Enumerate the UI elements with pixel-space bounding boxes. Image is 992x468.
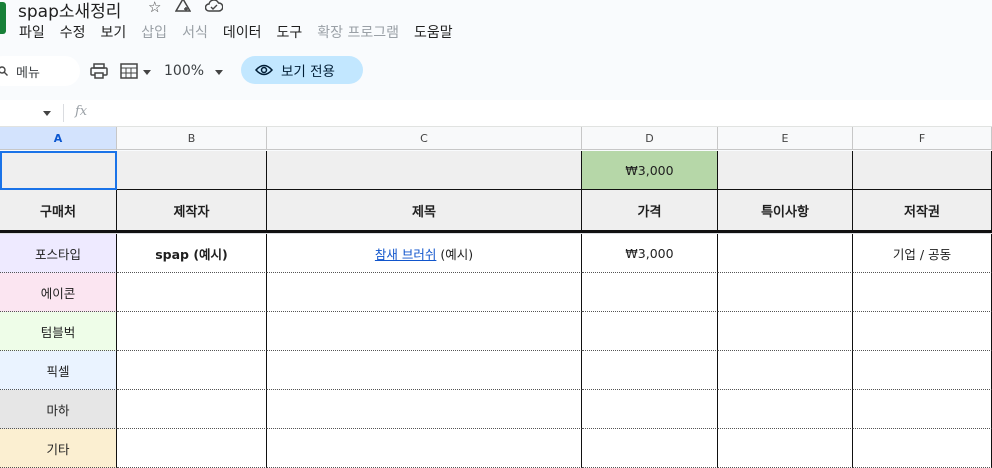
menu-insert[interactable]: 삽입 [141,22,167,42]
column-header-d[interactable]: D [582,127,718,150]
cell-d4[interactable] [582,273,718,312]
cell-c3[interactable]: 참새 브러쉬 (예시) [267,234,582,273]
eye-icon [255,64,273,76]
cell-b3[interactable]: spap (예시) [117,234,267,273]
column-header-b[interactable]: B [117,127,267,150]
store-cell-3[interactable]: 텀블벅 [0,312,117,351]
cell-b8[interactable] [117,429,267,468]
cell-e3[interactable] [718,234,853,273]
cell-c5[interactable] [267,312,582,351]
header-title[interactable]: 제목 [267,190,582,230]
name-box-dropdown-icon[interactable] [43,111,51,116]
cell-d5[interactable] [582,312,718,351]
header-price[interactable]: 가격 [582,190,718,230]
store-cell-5[interactable]: 마하 [0,390,117,429]
cell-d6[interactable] [582,351,718,390]
cell-b6[interactable] [117,351,267,390]
fit-page-icon[interactable] [120,63,138,79]
zoom-select[interactable]: 100% [164,63,204,79]
fit-page-dropdown-icon[interactable] [143,70,151,75]
move-to-drive-icon[interactable] [175,0,192,17]
fx-icon: fx [75,104,88,119]
store-cell-2[interactable]: 에이콘 [0,273,117,312]
cell-e6[interactable] [718,351,853,390]
search-icon [0,66,8,76]
header-store[interactable]: 구매처 [0,190,117,230]
cell-f8[interactable] [853,429,992,468]
menu-file[interactable]: 파일 [19,22,45,42]
cell-a1-selected[interactable] [0,151,117,190]
menu-format[interactable]: 서식 [182,22,208,42]
cell-e4[interactable] [718,273,853,312]
menu-bar: 파일 수정 보기 삽입 서식 데이터 도구 확장 프로그램 도움말 [19,22,453,42]
menu-help[interactable]: 도움말 [414,22,453,42]
title-suffix: (예시) [436,246,474,262]
title-link[interactable]: 참새 브러쉬 [375,244,436,263]
column-header-a[interactable]: A [0,127,117,150]
cell-e8[interactable] [718,429,853,468]
cell-c4[interactable] [267,273,582,312]
cell-f3[interactable]: 기업 / 공동 [853,234,992,273]
zoom-dropdown-icon[interactable] [215,70,223,75]
cell-c6[interactable] [267,351,582,390]
cloud-status-icon[interactable] [205,0,224,17]
menu-tools[interactable]: 도구 [276,22,302,42]
formula-input[interactable] [100,102,980,124]
column-header-c[interactable]: C [267,127,582,150]
store-cell-1[interactable]: 포스타입 [0,234,117,273]
cell-b7[interactable] [117,390,267,429]
cell-d3[interactable]: ₩3,000 [582,234,718,273]
header-notes[interactable]: 특이사항 [718,190,853,230]
cell-d1-price[interactable]: ₩3,000 [582,151,718,190]
view-only-label: 보기 전용 [281,64,335,80]
header-copyright[interactable]: 저작권 [853,190,992,230]
cell-d8[interactable] [582,429,718,468]
menu-extensions[interactable]: 확장 프로그램 [317,22,399,42]
title-icons: ☆ [148,0,224,17]
cell-b1[interactable] [117,151,267,190]
print-icon[interactable] [90,63,108,79]
cell-c1[interactable] [267,151,582,190]
cell-f6[interactable] [853,351,992,390]
cell-f7[interactable] [853,390,992,429]
store-cell-4[interactable]: 픽셀 [0,351,117,390]
cell-c7[interactable] [267,390,582,429]
cell-f4[interactable] [853,273,992,312]
menu-edit[interactable]: 수정 [60,22,86,42]
column-header-f[interactable]: F [853,127,992,150]
formula-separator [63,104,64,122]
menu-view[interactable]: 보기 [101,22,127,42]
cell-e1[interactable] [718,151,853,190]
menu-data[interactable]: 데이터 [223,22,262,42]
cell-b4[interactable] [117,273,267,312]
header-creator[interactable]: 제작자 [117,190,267,230]
cell-f1[interactable] [853,151,992,190]
menu-search-label: 메뉴 [16,65,40,81]
store-cell-6[interactable]: 기타 [0,429,117,468]
cell-c8[interactable] [267,429,582,468]
cell-f5[interactable] [853,312,992,351]
cell-b5[interactable] [117,312,267,351]
cell-e5[interactable] [718,312,853,351]
view-only-button[interactable]: 보기 전용 [241,56,363,84]
document-title[interactable]: spap소새정리 [18,0,121,22]
cell-d7[interactable] [582,390,718,429]
sheets-logo[interactable] [0,2,6,34]
star-icon[interactable]: ☆ [148,0,161,17]
menu-search[interactable]: 메뉴 [0,56,80,86]
column-header-e[interactable]: E [718,127,853,150]
cell-e7[interactable] [718,390,853,429]
